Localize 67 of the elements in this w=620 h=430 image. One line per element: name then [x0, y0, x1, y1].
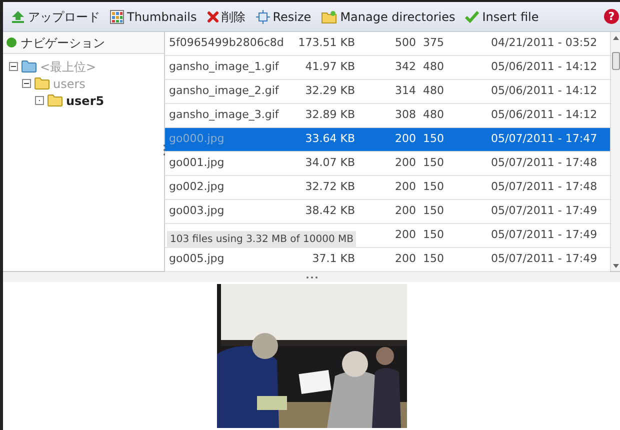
file-name: 5f0965499b2806c8d [169, 36, 284, 50]
image-dimensions: 200 150 [395, 252, 444, 266]
resize-icon [256, 10, 270, 24]
file-size: 33.64 KB [305, 132, 355, 146]
file-name: go005.jpg [169, 252, 224, 266]
folder-label[interactable]: user5 [66, 92, 104, 110]
upload-icon [11, 10, 25, 24]
image-dimensions: 342 480 [395, 60, 444, 74]
file-name: gansho_image_3.gif [169, 108, 279, 122]
file-size: 37.1 KB [312, 252, 355, 266]
image-dimensions: 500 375 [395, 36, 444, 50]
checkmark-icon [465, 10, 480, 22]
scroll-down-icon[interactable] [613, 264, 619, 268]
file-name: go001.jpg [169, 156, 224, 170]
image-dimensions: 200 150 [395, 156, 444, 170]
file-size: 32.89 KB [305, 108, 355, 122]
scroll-thumb[interactable] [612, 52, 620, 70]
help-button[interactable]: ? [604, 9, 619, 24]
file-size: 34.07 KB [305, 156, 355, 170]
file-row[interactable]: go000.jpg 33.64 KB 200 150 05/07/2011 - 17:47 [165, 128, 610, 152]
folder-icon [47, 94, 63, 107]
splitter-grip-icon[interactable] [306, 276, 318, 278]
toolbar-button[interactable]: アップロード [11, 8, 100, 26]
image-dimensions: 200 150 [395, 228, 444, 242]
modified-date: 05/06/2011 - 14:12 [491, 84, 598, 98]
modified-date: 05/07/2011 - 17:47 [491, 132, 598, 146]
file-name: gansho_image_1.gif [169, 60, 279, 74]
file-name: go000.jpg [169, 132, 224, 146]
modified-date: 05/07/2011 - 17:49 [491, 228, 598, 242]
file-name: go002.jpg [169, 180, 224, 194]
file-size: 41.97 KB [305, 60, 355, 74]
folder-icon [321, 10, 338, 24]
grid-icon [110, 10, 124, 24]
file-size: 32.72 KB [305, 180, 355, 194]
toolbar-button[interactable]: Insert file [465, 8, 539, 26]
collapse-icon[interactable] [22, 79, 31, 88]
file-row[interactable]: go001.jpg 34.07 KB 200 150 05/07/2011 - 17:48 [165, 152, 610, 176]
scrollbar[interactable] [610, 32, 620, 271]
scroll-up-icon[interactable] [613, 36, 619, 40]
image-dimensions: 200 150 [395, 132, 444, 146]
toolbar-button[interactable]: Thumbnails [110, 8, 197, 26]
modified-date: 05/07/2011 - 17:49 [491, 204, 598, 218]
image-dimensions: 308 480 [395, 108, 444, 122]
modified-date: 05/07/2011 - 17:48 [491, 180, 598, 194]
delete-icon [206, 10, 219, 22]
modified-date: 05/07/2011 - 17:48 [491, 156, 598, 170]
toolbar-button[interactable]: 削除 [206, 8, 246, 26]
modified-date: 05/06/2011 - 14:12 [491, 60, 598, 74]
modified-date: 05/07/2011 - 17:49 [491, 252, 598, 266]
file-name: go003.jpg [169, 204, 224, 218]
image-dimensions: 200 150 [395, 204, 444, 218]
modified-date: 05/06/2011 - 14:12 [491, 108, 598, 122]
toolbar-button[interactable]: Resize [256, 8, 312, 26]
collapse-icon[interactable] [9, 62, 18, 71]
file-size: 32.29 KB [305, 84, 355, 98]
file-name: gansho_image_2.gif [169, 84, 279, 98]
status-tooltip: 103 files using 3.32 MB of 10000 MB [167, 231, 356, 248]
folder-icon [34, 77, 50, 90]
folder-icon [21, 60, 37, 73]
file-size: 38.42 KB [305, 204, 355, 218]
toolbar-button[interactable]: Manage directories [321, 8, 456, 26]
panel-title: ナビゲーション [21, 34, 105, 52]
image-dimensions: 314 480 [395, 84, 444, 98]
file-size: 173.51 KB [298, 36, 355, 50]
expand-icon[interactable] [35, 96, 44, 105]
modified-date: 04/21/2011 - 03:52 [491, 36, 598, 50]
image-dimensions: 200 150 [395, 180, 444, 194]
